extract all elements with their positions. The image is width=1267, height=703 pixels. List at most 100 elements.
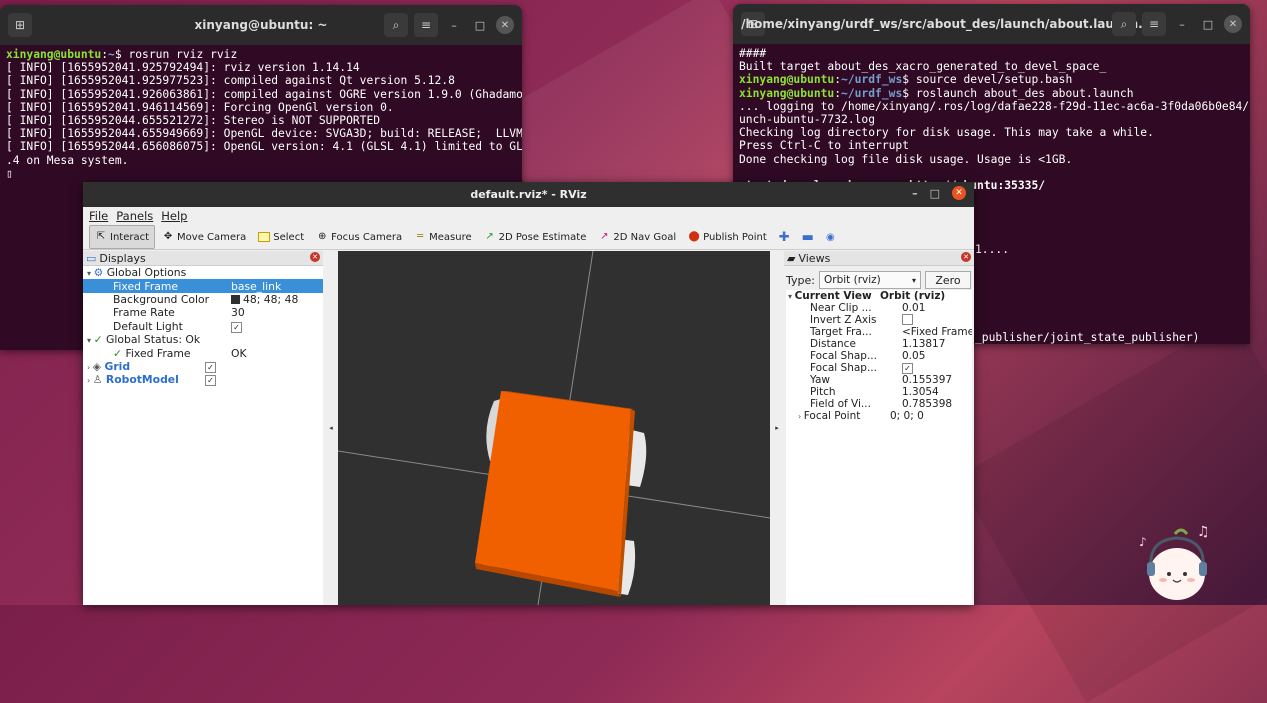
menu-file[interactable]: File <box>89 209 108 223</box>
close-panel-icon[interactable]: ✕ <box>310 252 320 262</box>
view-property-value[interactable]: Orbit (rviz) <box>880 290 972 302</box>
checkbox[interactable]: ✓ <box>902 363 913 374</box>
view-property-value[interactable]: 0.01 <box>902 302 972 314</box>
close-icon[interactable]: ✕ <box>952 186 966 200</box>
tool-2d-nav-goal[interactable]: ↗ 2D Nav Goal <box>593 226 681 248</box>
close-icon[interactable]: ✕ <box>496 16 514 34</box>
prompt-colon: : <box>834 86 842 100</box>
eye-icon[interactable]: ◉ <box>821 226 840 248</box>
views-tree[interactable]: ▾ Current View Orbit (rviz) Near Clip ... 0… <box>786 290 972 605</box>
terminal-output[interactable]: xinyang@ubuntu:~$ rosrun rviz rviz[ INFO… <box>0 45 522 183</box>
checkbox[interactable] <box>902 314 913 325</box>
display-row[interactable]: ✓ Fixed Frame OK <box>83 346 323 360</box>
view-property-value[interactable]: 0.05 <box>902 350 972 362</box>
display-row-value[interactable]: ✓ <box>205 360 323 373</box>
menu-help[interactable]: Help <box>161 209 187 223</box>
terminal-line: xinyang@ubuntu:~/urdf_ws$ roslaunch abou… <box>739 87 1244 100</box>
tool-select[interactable]: Select <box>253 226 309 248</box>
display-row-value[interactable]: OK <box>231 347 323 360</box>
display-row[interactable]: Frame Rate 30 <box>83 306 323 319</box>
display-row[interactable]: Default Light ✓ <box>83 320 323 333</box>
terminal-titlebar[interactable]: ⊞ /home/xinyang/urdf_ws/src/about_des/la… <box>733 4 1250 44</box>
camera-icon: ▰ <box>787 251 796 265</box>
terminal-titlebar[interactable]: ⊞ xinyang@ubuntu: ~ ⌕ ≡ – □ ✕ <box>0 5 522 45</box>
rviz-toolbar: ⇱ Interact ✥ Move Camera Select ⊕ Focus Cam… <box>83 225 974 250</box>
view-property-row[interactable]: Near Clip ... 0.01 <box>786 302 972 314</box>
terminal-line: Press Ctrl-C to interrupt <box>739 139 910 153</box>
display-row[interactable]: ▾ ✓ Global Status: Ok <box>83 333 323 346</box>
maximize-icon[interactable]: □ <box>470 15 490 35</box>
view-property-row[interactable]: Focal Shap... ✓ <box>786 362 972 374</box>
close-panel-icon[interactable]: ✕ <box>961 252 971 262</box>
view-property-value[interactable]: 0; 0; 0 <box>890 410 972 422</box>
display-row[interactable]: › ♙ RobotModel ✓ <box>83 373 323 387</box>
view-property-row[interactable]: › Focal Point 0; 0; 0 <box>786 410 972 422</box>
add-tool-button[interactable]: ✚ <box>774 226 795 248</box>
view-property-value[interactable] <box>902 314 972 326</box>
wallpaper-shape <box>956 317 1267 703</box>
display-row-value[interactable]: base_link <box>231 280 323 293</box>
prompt-dollar: $ <box>902 86 916 100</box>
tool-move-camera[interactable]: ✥ Move Camera <box>157 226 251 248</box>
view-property-row[interactable]: Yaw 0.155397 <box>786 374 972 386</box>
rviz-window[interactable]: default.rviz* - RViz – □ ✕ File Panels H… <box>83 182 974 605</box>
display-row[interactable]: ▾ ⚙ Global Options <box>83 266 323 279</box>
right-splitter-handle[interactable]: ▸ <box>770 251 784 605</box>
hamburger-menu-icon[interactable]: ≡ <box>414 13 438 37</box>
display-row[interactable]: Background Color 48; 48; 48 <box>83 293 323 306</box>
new-tab-icon[interactable]: ⊞ <box>741 12 765 36</box>
checkbox[interactable]: ✓ <box>205 361 216 373</box>
minimize-icon[interactable]: – <box>912 187 918 200</box>
close-icon[interactable]: ✕ <box>1224 15 1242 33</box>
maximize-icon[interactable]: □ <box>930 187 940 200</box>
tool-publish-point[interactable]: ⬤ Publish Point <box>683 226 772 248</box>
display-row-key: ▾ ✓ Global Status: Ok <box>83 333 205 346</box>
menu-panels[interactable]: Panels <box>116 209 153 223</box>
minimize-icon[interactable]: – <box>1172 14 1192 34</box>
tool-measure[interactable]: ═ Measure <box>409 226 477 248</box>
checkbox[interactable]: ✓ <box>231 321 242 333</box>
maximize-icon[interactable]: □ <box>1198 14 1218 34</box>
view-property-value[interactable]: 1.3054 <box>902 386 972 398</box>
tool-interact[interactable]: ⇱ Interact <box>89 225 156 249</box>
display-row[interactable]: › ◈ Grid ✓ <box>83 360 323 373</box>
search-icon[interactable]: ⌕ <box>1112 12 1136 36</box>
display-row-value[interactable]: ✓ <box>231 320 323 333</box>
view-property-value[interactable]: <Fixed Frame> <box>902 326 972 338</box>
display-row-value[interactable]: 30 <box>231 306 323 319</box>
checkbox[interactable]: ✓ <box>205 375 216 387</box>
displays-tree[interactable]: ▾ ⚙ Global Options Fixed Frame base_link Ba… <box>83 266 323 387</box>
display-row-value[interactable]: 48; 48; 48 <box>231 293 323 306</box>
tool-focus-camera[interactable]: ⊕ Focus Camera <box>311 226 407 248</box>
search-icon[interactable]: ⌕ <box>384 13 408 37</box>
left-splitter-handle[interactable]: ◂ <box>324 251 338 605</box>
view-property-row[interactable]: ▾ Current View Orbit (rviz) <box>786 290 972 302</box>
view-property-row[interactable]: Distance 1.13817 <box>786 338 972 350</box>
new-tab-icon[interactable]: ⊞ <box>8 13 32 37</box>
view-property-row[interactable]: Target Fra... <Fixed Frame> <box>786 326 972 338</box>
terminal-line: ... logging to /home/xinyang/.ros/log/da… <box>739 99 1250 113</box>
view-property-value[interactable]: 0.785398 <box>902 398 972 410</box>
view-property-value[interactable]: ✓ <box>902 362 972 374</box>
minimize-icon[interactable]: – <box>444 15 464 35</box>
view-property-value[interactable]: 0.155397 <box>902 374 972 386</box>
view-property-row[interactable]: Invert Z Axis <box>786 314 972 326</box>
tool-2d-pose-estimate[interactable]: ↗ 2D Pose Estimate <box>479 226 592 248</box>
hamburger-menu-icon[interactable]: ≡ <box>1142 12 1166 36</box>
display-row[interactable]: Fixed Frame base_link <box>83 279 323 293</box>
terminal-line: xinyang@ubuntu:~$ rosrun rviz rviz <box>6 48 516 61</box>
view-type-select[interactable]: Orbit (rviz) ▾ <box>818 271 921 289</box>
view-property-key: Pitch <box>786 386 902 398</box>
prompt-dollar: $ <box>114 48 129 61</box>
view-property-row[interactable]: Focal Shap... 0.05 <box>786 350 972 362</box>
3d-viewport[interactable] <box>338 251 770 605</box>
terminal-output[interactable]: #### Built target about_des_xacro_generat… <box>733 44 1250 195</box>
view-property-row[interactable]: Pitch 1.3054 <box>786 386 972 398</box>
display-row-label: Frame Rate <box>113 306 175 320</box>
display-row-value[interactable]: ✓ <box>205 373 323 387</box>
rviz-titlebar[interactable]: default.rviz* - RViz – □ ✕ <box>83 182 974 207</box>
view-property-value[interactable]: 1.13817 <box>902 338 972 350</box>
remove-tool-button[interactable]: ▬ <box>797 226 819 248</box>
view-property-row[interactable]: Field of Vi... 0.785398 <box>786 398 972 410</box>
zero-button[interactable]: Zero <box>924 271 971 289</box>
